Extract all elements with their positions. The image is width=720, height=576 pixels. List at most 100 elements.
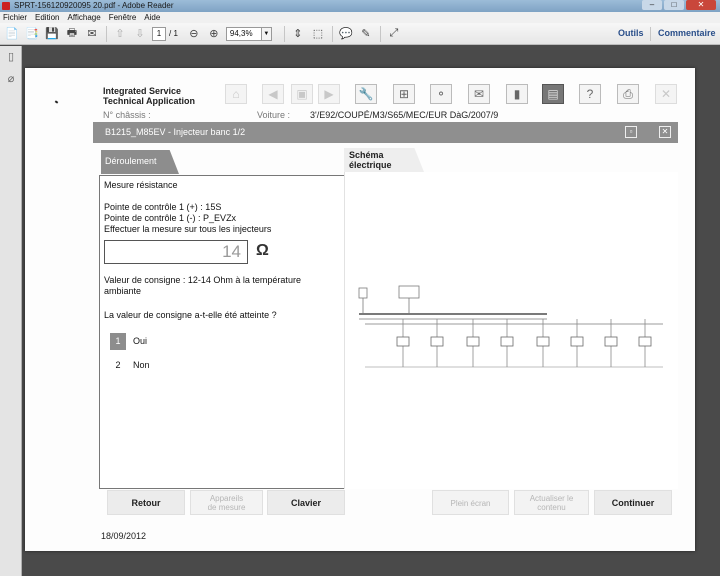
close-button[interactable]: ✕ [686,0,716,10]
retour-button[interactable]: Retour [107,490,185,515]
menu-fichier[interactable]: Fichier [3,12,27,23]
injector-symbol [638,336,652,347]
chassis-label: N° châssis : [103,110,151,120]
attachments-icon[interactable]: ⌀ [4,72,18,86]
create-pdf-icon[interactable]: 📄 [4,26,20,42]
save-icon[interactable]: ▣ [291,84,313,104]
minimize-button[interactable]: – [642,0,662,10]
document-page: Integrated Service Technical Application… [25,68,695,551]
diagnosis-icon[interactable]: ⊞ [393,84,415,104]
highlight-icon[interactable]: ✎ [358,26,374,42]
vehicle-label: Voiture : [257,110,291,120]
mail-icon[interactable]: ✉ [468,84,490,104]
procedure-title-bar: B1215_M85EV - Injecteur banc 1/2 ▫ ✕ [93,122,678,143]
vehicle-value: 3'/E92/COUPÉ/M3/S65/MEC/EUR DàG/2007/9 [310,110,499,120]
toolbar-separator [106,25,107,42]
fit-page-icon[interactable]: ⇕ [290,26,306,42]
page-number-input[interactable]: 1 [152,26,166,41]
toolbar-separator [331,25,333,42]
menu-aide[interactable]: Aide [144,12,160,23]
navigation-pane: ▯ ⌀ [0,46,22,576]
wiring-diagram-area [344,172,678,489]
injector-symbol [500,336,514,347]
print-icon[interactable]: 🖶 [64,26,80,42]
reader-toolbar: 📄 📑 💾 🖶 ✉ ⇧ ⇩ 1 / 1 ⊖ ⊕ 94,3% ▼ ⇕ ⬚ 💬 ✎ … [0,23,720,45]
menu-edition[interactable]: Edition [35,12,59,23]
menu-bar: Fichier Edition Affichage Fenêtre Aide [0,12,720,23]
window-title: SPRT-156120920095 20.pdf - Adobe Reader [14,1,174,10]
adobe-reader-icon [2,2,10,10]
ista-app-title: Integrated Service Technical Application [103,86,196,106]
option-1-number[interactable]: 1 [110,333,126,350]
maximize-button[interactable]: □ [664,0,684,10]
test-point-positive: Pointe de contrôle 1 (+) : 15S [104,202,222,212]
menu-affichage[interactable]: Affichage [67,12,100,23]
setpoint-text: Valeur de consigne : 12-14 Ohm à la temp… [104,275,301,285]
fit-width-icon[interactable]: ⬚ [310,26,326,42]
option-non[interactable]: Non [133,357,150,374]
actualiser-contenu-button[interactable]: Actualiser le contenu [514,490,589,515]
tab-schema-electrique[interactable]: Schéma électrique [344,148,424,172]
previous-page-icon[interactable]: ⇧ [112,26,128,42]
forward-icon[interactable]: ▶ [318,84,340,104]
zoom-dropdown-icon[interactable]: ▼ [261,26,272,41]
section-heading: Mesure résistance [104,180,178,190]
plein-ecran-button[interactable]: Plein écran [432,490,509,515]
close-icon[interactable]: ✕ [659,126,671,138]
option-oui[interactable]: Oui [133,333,147,350]
option-2-number[interactable]: 2 [110,357,126,374]
clavier-button[interactable]: Clavier [267,490,345,515]
email-icon[interactable]: ✉ [84,26,100,42]
ohm-unit: Ω [256,242,269,259]
instruction-text: Effectuer la mesure sur tous les injecte… [104,224,272,234]
toolbar-separator [650,27,651,41]
comment-icon[interactable]: 💬 [338,26,354,42]
close-icon[interactable]: ✕ [655,84,677,104]
measure-device-icon[interactable]: ▤ [542,84,564,104]
zoom-in-icon[interactable]: ⊕ [206,26,222,42]
injector-group [396,319,652,367]
measurement-input[interactable]: 14 [104,240,248,264]
pages-panel-icon[interactable]: ▯ [4,50,18,64]
injector-symbol [604,336,618,347]
next-page-icon[interactable]: ⇩ [132,26,148,42]
menu-fenetre[interactable]: Fenêtre [109,12,137,23]
injector-symbol [396,336,410,347]
back-icon[interactable]: ◀ [262,84,284,104]
print-date: 18/09/2012 [101,531,147,541]
wrench-icon[interactable]: 🔧 [355,84,377,104]
zoom-out-icon[interactable]: ⊖ [186,26,202,42]
question-text: La valeur de consigne a-t-elle été attei… [104,310,277,320]
save-icon[interactable]: 💾 [44,26,60,42]
connection-icon[interactable]: ⚬ [430,84,452,104]
help-icon[interactable]: ? [579,84,601,104]
page-count: / 1 [169,29,178,38]
toolbar-separator [379,25,381,42]
window-controls: – □ ✕ [640,0,716,12]
vehicle-info-row: N° châssis : Voiture : 3'/E92/COUPÉ/M3/S… [93,110,678,122]
window-title-bar: SPRT-156120920095 20.pdf - Adobe Reader … [0,0,720,12]
test-point-negative: Pointe de contrôle 1 (-) : P_EVZx [104,213,237,223]
minimize-icon[interactable]: ▫ [625,126,637,138]
tools-link[interactable]: Outils [618,23,644,44]
continuer-button[interactable]: Continuer [594,490,672,515]
procedure-panel: Mesure résistance Pointe de contrôle 1 (… [99,175,345,489]
scan-speck [54,100,59,104]
tab-deroulement[interactable]: Déroulement [101,150,179,174]
appareils-mesure-button[interactable]: Appareils de mesure [190,490,263,515]
injector-symbol [570,336,584,347]
toolbar-separator [283,25,285,42]
zoom-input[interactable]: 94,3% [225,26,262,41]
print-icon[interactable]: ⎙ [617,84,639,104]
create-export-icon[interactable]: 📑 [24,26,40,42]
injector-symbol [536,336,550,347]
connector-block [358,287,368,299]
read-mode-icon[interactable]: ⤢ [386,26,402,42]
fuse-block [398,285,420,299]
battery-icon[interactable]: ▮ [506,84,528,104]
injector-symbol [430,336,444,347]
home-icon[interactable]: ⌂ [225,84,247,104]
setpoint-text-cont: ambiante [104,286,142,296]
comment-link[interactable]: Commentaire [658,23,716,44]
injector-symbol [466,336,480,347]
